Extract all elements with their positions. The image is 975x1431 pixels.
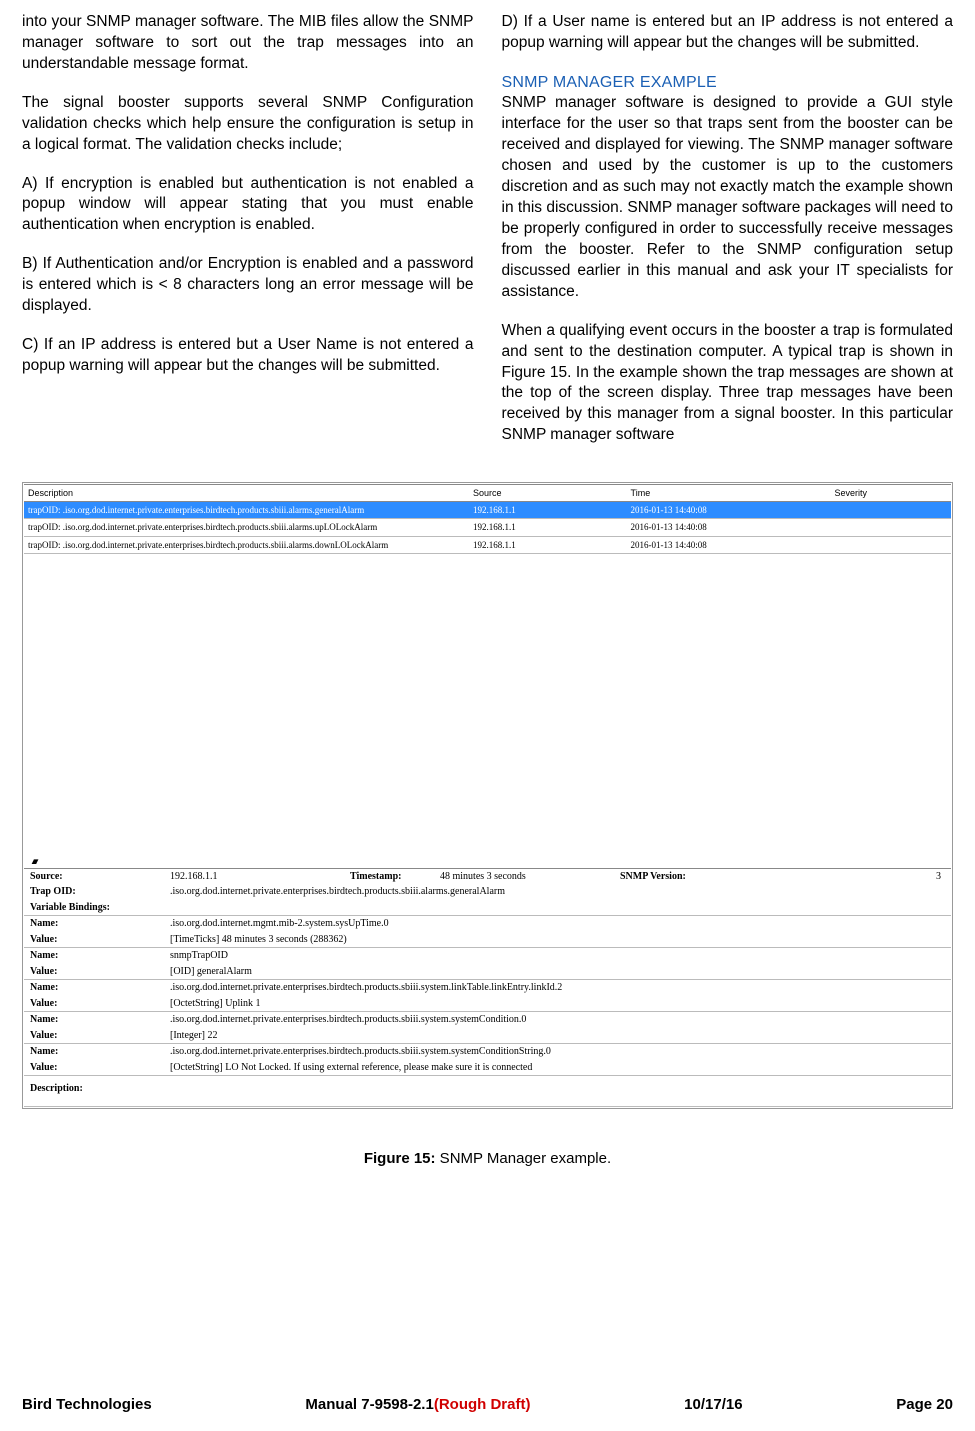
trap-table: Description Source Time Severity trapOID… (24, 484, 951, 554)
footer-company: Bird Technologies (22, 1395, 152, 1415)
col-description[interactable]: Description (24, 485, 469, 502)
footer-manual: Manual 7-9598-2.1(Rough Draft) (305, 1395, 530, 1415)
binding-name-value: snmpTrapOID (164, 948, 951, 964)
figure-caption-number: Figure 15: (364, 1150, 436, 1167)
binding-name-value: .iso.org.dod.internet.private.enterprise… (164, 1044, 951, 1060)
binding-value-label: Value: (24, 964, 164, 980)
trap-row[interactable]: trapOID: .iso.org.dod.internet.private.e… (24, 519, 951, 536)
trap-cell: 2016-01-13 14:40:08 (627, 502, 831, 519)
description-label: Description: (24, 1076, 164, 1107)
binding-value-label: Value: (24, 996, 164, 1012)
binding-value-row: Value:[Integer] 22 (24, 1028, 951, 1044)
col-source[interactable]: Source (469, 485, 627, 502)
snmp-version-label: SNMP Version: (614, 869, 724, 885)
paragraph: into your SNMP manager software. The MIB… (22, 12, 474, 75)
splitter-handle-icon[interactable]: ▲ ▼ (30, 857, 36, 868)
trap-cell: trapOID: .iso.org.dod.internet.private.e… (24, 519, 469, 536)
list-item-b: B) If Authentication and/or Encryption i… (22, 254, 474, 317)
trap-table-empty-area: ▲ ▼ (24, 554, 951, 869)
source-label: Source: (24, 869, 164, 885)
list-item-c: C) If an IP address is entered but a Use… (22, 335, 474, 377)
binding-name-value: .iso.org.dod.internet.private.enterprise… (164, 1012, 951, 1028)
page-footer: Bird Technologies Manual 7-9598-2.1(Roug… (22, 1395, 953, 1415)
footer-manual-number: Manual 7-9598-2.1 (305, 1396, 433, 1413)
binding-value-value: [TimeTicks] 48 minutes 3 seconds (288362… (164, 932, 951, 948)
binding-name-value: .iso.org.dod.internet.mgmt.mib-2.system.… (164, 916, 951, 932)
snmp-version-value: 3 (724, 869, 951, 885)
col-severity[interactable]: Severity (830, 485, 951, 502)
trap-cell: 2016-01-13 14:40:08 (627, 519, 831, 536)
left-column: into your SNMP manager software. The MIB… (22, 12, 474, 464)
figure-caption-text: SNMP Manager example. (436, 1150, 612, 1167)
paragraph: When a qualifying event occurs in the bo… (502, 321, 954, 447)
trap-cell: trapOID: .iso.org.dod.internet.private.e… (24, 502, 469, 519)
footer-draft-tag: (Rough Draft) (434, 1396, 531, 1413)
binding-value-label: Value: (24, 932, 164, 948)
section-heading: SNMP MANAGER EXAMPLE (502, 72, 954, 94)
figure-caption: Figure 15: SNMP Manager example. (22, 1149, 953, 1169)
paragraph: SNMP manager software is designed to pro… (502, 93, 954, 302)
binding-value-row: Value:[TimeTicks] 48 minutes 3 seconds (… (24, 932, 951, 948)
trap-table-header-row: Description Source Time Severity (24, 485, 951, 502)
binding-value-value: [OctetString] LO Not Locked. If using ex… (164, 1060, 951, 1076)
right-column: D) If a User name is entered but an IP a… (502, 12, 954, 464)
footer-date: 10/17/16 (684, 1395, 742, 1415)
binding-name-row: Name:.iso.org.dod.internet.private.enter… (24, 1012, 951, 1028)
binding-name-label: Name: (24, 1012, 164, 1028)
binding-value-label: Value: (24, 1028, 164, 1044)
binding-name-label: Name: (24, 980, 164, 996)
binding-value-row: Value:[OctetString] Uplink 1 (24, 996, 951, 1012)
timestamp-value: 48 minutes 3 seconds (434, 869, 614, 885)
footer-page: Page 20 (896, 1395, 953, 1415)
binding-value-value: [OID] generalAlarm (164, 964, 951, 980)
trap-cell: 2016-01-13 14:40:08 (627, 536, 831, 553)
binding-name-label: Name: (24, 916, 164, 932)
binding-value-row: Value:[OID] generalAlarm (24, 964, 951, 980)
binding-value-value: [Integer] 22 (164, 1028, 951, 1044)
binding-name-row: Name:.iso.org.dod.internet.mgmt.mib-2.sy… (24, 916, 951, 932)
trap-cell: 192.168.1.1 (469, 519, 627, 536)
snmp-manager-screenshot: Description Source Time Severity trapOID… (22, 482, 953, 1109)
two-column-text: into your SNMP manager software. The MIB… (22, 12, 953, 464)
trap-detail-panel: Source: 192.168.1.1 Timestamp: 48 minute… (24, 869, 951, 1107)
binding-value-label: Value: (24, 1060, 164, 1076)
trap-cell: 192.168.1.1 (469, 502, 627, 519)
trap-cell (830, 519, 951, 536)
trap-oid-label: Trap OID: (24, 884, 164, 900)
paragraph: The signal booster supports several SNMP… (22, 93, 474, 156)
binding-name-value: .iso.org.dod.internet.private.enterprise… (164, 980, 951, 996)
trap-cell: 192.168.1.1 (469, 536, 627, 553)
trap-cell: trapOID: .iso.org.dod.internet.private.e… (24, 536, 469, 553)
trap-cell (830, 502, 951, 519)
list-item-d: D) If a User name is entered but an IP a… (502, 12, 954, 54)
variable-bindings-label: Variable Bindings: (24, 900, 164, 916)
trap-oid-value: .iso.org.dod.internet.private.enterprise… (164, 884, 951, 900)
col-time[interactable]: Time (627, 485, 831, 502)
trap-row[interactable]: trapOID: .iso.org.dod.internet.private.e… (24, 502, 951, 519)
binding-name-row: Name:.iso.org.dod.internet.private.enter… (24, 1044, 951, 1060)
list-item-a: A) If encryption is enabled but authenti… (22, 174, 474, 237)
binding-value-value: [OctetString] Uplink 1 (164, 996, 951, 1012)
binding-value-row: Value:[OctetString] LO Not Locked. If us… (24, 1060, 951, 1076)
binding-name-row: Name:.iso.org.dod.internet.private.enter… (24, 980, 951, 996)
source-value: 192.168.1.1 (164, 869, 344, 885)
binding-name-label: Name: (24, 948, 164, 964)
timestamp-label: Timestamp: (344, 869, 434, 885)
trap-cell (830, 536, 951, 553)
trap-row[interactable]: trapOID: .iso.org.dod.internet.private.e… (24, 536, 951, 553)
binding-name-row: Name:snmpTrapOID (24, 948, 951, 964)
binding-name-label: Name: (24, 1044, 164, 1060)
